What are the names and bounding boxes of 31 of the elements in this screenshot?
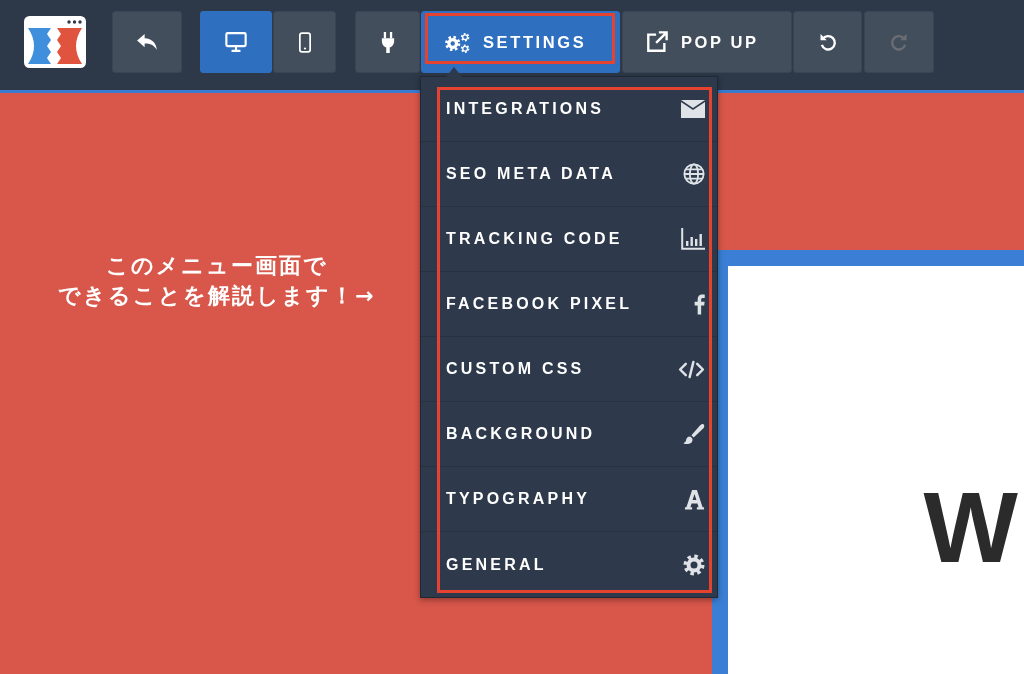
- plug-icon: [380, 31, 395, 53]
- menu-item[interactable]: CUSTOM CSS: [421, 337, 717, 402]
- desktop-view-button[interactable]: [200, 11, 272, 73]
- logo-icon: [24, 16, 86, 68]
- menu-item[interactable]: TRACKING CODE: [421, 207, 717, 272]
- bar-chart-icon: [681, 228, 705, 250]
- menu-item[interactable]: SEO META DATA: [421, 142, 717, 207]
- undo-button[interactable]: [793, 11, 862, 73]
- caption-text: このメニュー画面で できることを解説します！→: [57, 252, 377, 310]
- gears-icon: [445, 31, 470, 53]
- menu-item[interactable]: FACEBOOK PIXEL: [421, 272, 717, 337]
- globe-icon: [683, 163, 705, 185]
- code-icon: [678, 359, 705, 379]
- phone-view-button[interactable]: [273, 11, 336, 73]
- back-button[interactable]: [112, 11, 182, 73]
- monitor-icon: [225, 32, 247, 52]
- page-heading: W: [923, 477, 1018, 577]
- phone-icon: [298, 31, 311, 53]
- menu-item[interactable]: INTEGRATIONS: [421, 77, 717, 142]
- envelope-icon: [681, 100, 705, 118]
- gear-icon: [683, 553, 705, 576]
- font-icon: [684, 488, 705, 510]
- paintbrush-icon: [683, 423, 705, 445]
- menu-item[interactable]: GENERAL: [421, 532, 717, 597]
- menu-item[interactable]: TYPOGRAPHY: [421, 467, 717, 532]
- settings-button[interactable]: SETTINGS: [421, 11, 620, 73]
- popup-button[interactable]: POP UP: [622, 11, 792, 73]
- menu-item[interactable]: BACKGROUND: [421, 402, 717, 467]
- plugin-button[interactable]: [355, 11, 420, 73]
- external-link-icon: [646, 31, 668, 53]
- facebook-icon: [694, 293, 705, 315]
